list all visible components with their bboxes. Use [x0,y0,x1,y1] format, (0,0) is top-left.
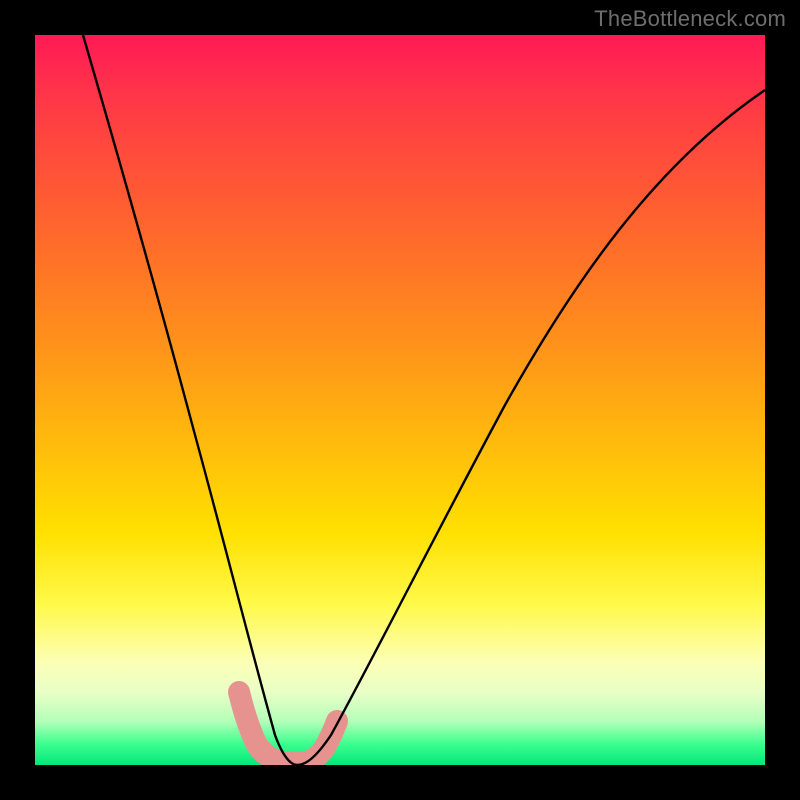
chart-svg [35,35,765,765]
chart-frame: TheBottleneck.com [0,0,800,800]
watermark-text: TheBottleneck.com [594,6,786,32]
plot-area [35,35,765,765]
highlight-band-path [239,692,337,762]
bottleneck-curve-path [83,35,765,765]
